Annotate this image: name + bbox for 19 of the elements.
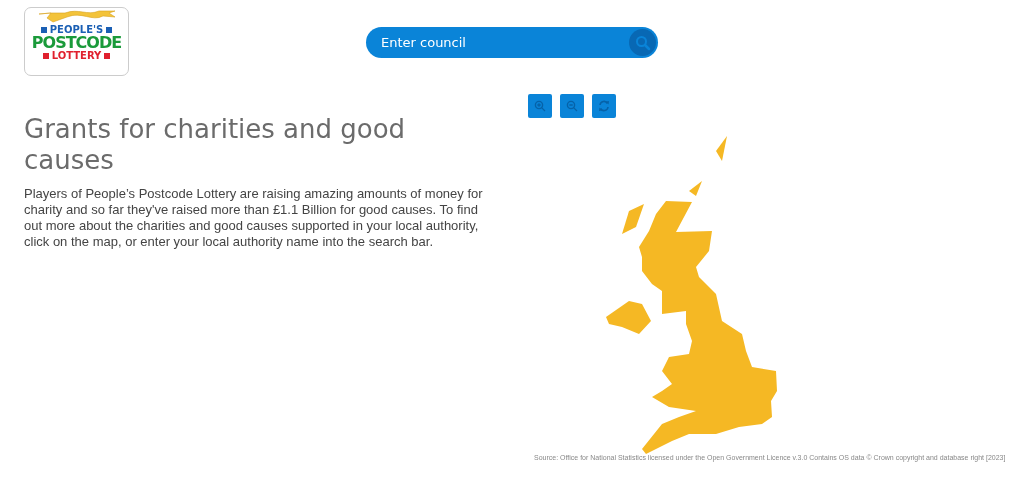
logo-text: LOTTERY <box>51 51 102 61</box>
square-icon <box>106 27 113 33</box>
zoom-in-icon <box>534 100 546 112</box>
zoom-out-button[interactable] <box>560 94 584 118</box>
square-icon <box>42 53 49 59</box>
square-icon <box>104 53 111 59</box>
search-field[interactable]: Enter council <box>366 27 658 58</box>
intro-paragraph: Players of People’s Postcode Lottery are raising amazing amounts of money for charity and so far they've raised more than £1.1 Billion for good causes. To find out more about the charities and good causes supported in your local authority, click on the map, or enter your local authority name into the search bar. <box>24 186 484 250</box>
zoom-in-button[interactable] <box>528 94 552 118</box>
logo-text: PEOPLE'S <box>49 25 104 35</box>
logo-text: POSTCODE <box>31 35 122 51</box>
refresh-button[interactable] <box>592 94 616 118</box>
square-icon <box>40 27 47 33</box>
refresh-icon <box>598 100 610 112</box>
search-icon <box>634 34 651 51</box>
zoom-out-icon <box>566 100 578 112</box>
page-heading: Grants for charities and good causes <box>24 114 407 176</box>
ribbon-icon <box>36 10 117 24</box>
logo[interactable]: PEOPLE'S POSTCODE LOTTERY <box>24 7 129 76</box>
